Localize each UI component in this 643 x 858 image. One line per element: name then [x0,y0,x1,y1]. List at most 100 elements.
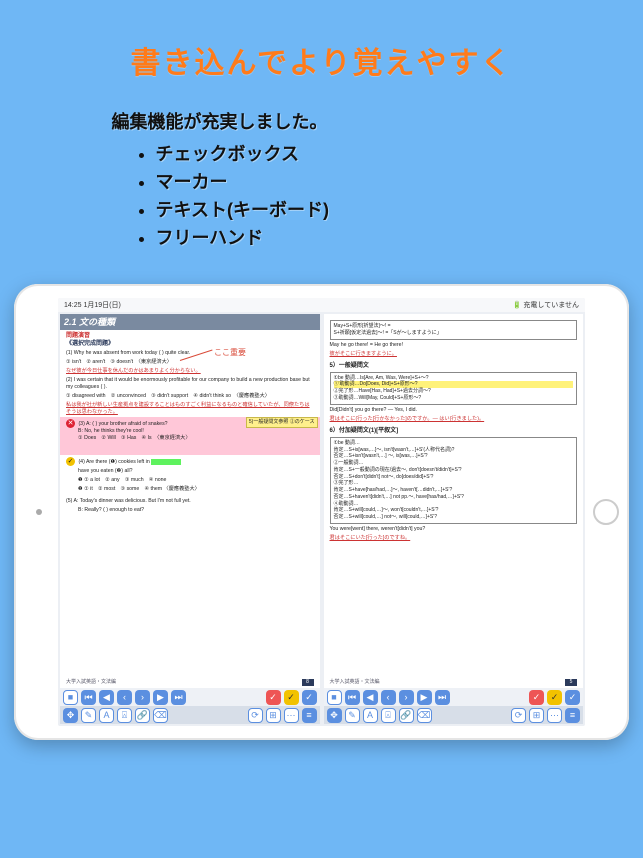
erase-tool[interactable]: ⌫ [153,708,168,723]
back-button[interactable]: ‹ [381,690,396,705]
status-time: 14:25 1月19日(日) [64,300,121,310]
move-tool[interactable]: ✥ [63,708,78,723]
feature-item: チェックボックス [156,140,532,166]
question-2-answer: 私は我が社が新しい生産拠点を建設することはものすごく利益になるものと確信していた… [66,402,314,416]
link-tool[interactable]: 🔗 [399,708,414,723]
tablet-camera [36,509,42,515]
heading-6: 6）付加疑問文(1)[平叙文] [330,427,578,435]
promo-headline: 書き込んでより覚えやすく [0,0,643,82]
first-button[interactable]: ⏮ [81,690,96,705]
home-button[interactable] [593,499,619,525]
page-footer: 大学入試英語・文法編 5 [330,679,578,686]
feature-item: マーカー [156,168,532,194]
stop-button[interactable]: ■ [63,690,78,705]
next-button[interactable]: ▶ [417,690,432,705]
section-heading: 《選択完成問題》 [66,340,314,348]
right-pane: May+S+原形[祈望法]〜! = S+祈願[仮定法過去]〜! =「Sが〜します… [324,314,584,724]
ex-6: You were[went] there, weren't[didn't] yo… [330,526,578,533]
question-2: (2) I was certain that it would be enorm… [66,377,314,391]
refresh-button[interactable]: ⟳ [511,708,526,723]
back-button[interactable]: ‹ [117,690,132,705]
link-tool[interactable]: 🔗 [135,708,150,723]
tag-tool[interactable]: ⍓ [381,708,396,723]
refresh-button[interactable]: ⟳ [248,708,263,723]
edit-toolbar-left: ✥ ✎ A ⍓ 🔗 ⌫ ⟳ ⊞ ⋯ ≡ [60,706,320,724]
menu-button[interactable]: ≡ [565,708,580,723]
ex-may: May he go there! = He go there! [330,342,578,349]
section-title: 2.1 文の種類 [60,314,320,330]
status-battery: 🔋 充電していません [513,300,579,310]
pen-tool[interactable]: ✎ [345,708,360,723]
heading-5: 5）一般疑問文 [330,362,578,370]
prev-button[interactable]: ◀ [363,690,378,705]
text-tool[interactable]: A [99,708,114,723]
move-tool[interactable]: ✥ [327,708,342,723]
page-number: 8 [302,679,314,686]
left-page[interactable]: 2.1 文の種類 問題演習 《選択完成問題》 (1) Why he was ab… [60,314,320,688]
nav-toolbar-left: ■ ⏮ ◀ ‹ › ▶ ⏭ ✓ ✓ ✓ [60,688,320,706]
prev-button[interactable]: ◀ [99,690,114,705]
sticky-note[interactable]: 5)一般疑問文参照 ②のケース [246,417,318,428]
text-tool[interactable]: A [363,708,378,723]
erase-tool[interactable]: ⌫ [417,708,432,723]
mark-wrong-button[interactable]: ✓ [529,690,544,705]
feature-item: テキスト(キーボード) [156,196,532,222]
question-5a: (5) A: Today's dinner was delicious. But… [66,498,314,505]
box-6: ①be 動詞… 肯定…S+is[was,…]〜, isn't[wasn't,…]… [330,437,578,524]
more-button[interactable]: ⋯ [547,708,562,723]
promo-subtitle: 編集機能が充実しました。 [112,108,532,134]
forward-button[interactable]: › [135,690,150,705]
question-2-opts: ① disagreed with ② unconvinced ③ didn't … [66,393,314,400]
question-1-opts: ① isn't ② aren't ③ doesn't 〈東京経済大〉 [66,359,314,366]
question-3-opts: ① Does ② Will ③ Has ④ Is 〈東京経済大〉 [78,435,314,442]
forward-button[interactable]: › [399,690,414,705]
ex-6-jp: 君はそこにいた[行った]のですね。 [330,535,578,542]
pink-highlight: ✕ (3) A: ( ) your brother afraid of snak… [60,417,320,455]
checkbox-yellow[interactable]: ✓ [66,457,75,466]
question-5b: B: Really? ( ) enough to eat? [78,507,314,514]
right-page[interactable]: May+S+原形[祈望法]〜! = S+祈願[仮定法過去]〜! =「Sが〜します… [324,314,584,688]
box-5: ①be 動詞…Is[Are, Am, Was, Were]+S+〜? ①'助動詞… [330,372,578,405]
section-subtitle: 問題演習 [66,332,314,340]
tablet-frame: 14:25 1月19日(日) 🔋 充電していません 2.1 文の種類 問題演習 … [14,284,629,740]
box-may: May+S+原形[祈望法]〜! = S+祈願[仮定法過去]〜! =「Sが〜します… [330,320,578,340]
first-button[interactable]: ⏮ [345,690,360,705]
mark-ok-button[interactable]: ✓ [302,690,317,705]
footer-title: 大学入試英語・文法編 [66,679,116,686]
left-pane: 2.1 文の種類 問題演習 《選択完成問題》 (1) Why he was ab… [60,314,320,724]
last-button[interactable]: ⏭ [171,690,186,705]
menu-button[interactable]: ≡ [302,708,317,723]
split-panes: 2.1 文の種類 問題演習 《選択完成問題》 (1) Why he was ab… [58,312,585,726]
green-highlight [151,459,181,465]
edit-toolbar-right: ✥ ✎ A ⍓ 🔗 ⌫ ⟳ ⊞ ⋯ ≡ [324,706,584,724]
status-bar: 14:25 1月19日(日) 🔋 充電していません [58,298,585,312]
mark-ok-button[interactable]: ✓ [565,690,580,705]
feature-item: フリーハンド [156,224,532,250]
last-button[interactable]: ⏭ [435,690,450,705]
question-4: ✓ (4) Are there (❶) cookies left in [66,457,314,466]
footer-title: 大学入試英語・文法編 [330,679,380,686]
stop-button[interactable]: ■ [327,690,342,705]
mark-wrong-button[interactable]: ✓ [266,690,281,705]
mark-check-button[interactable]: ✓ [284,690,299,705]
ex-may-jp: 彼がそこに行きますように。 [330,351,578,358]
tag-tool[interactable]: ⍓ [117,708,132,723]
ex-5-jp: 君はそこに(行った[行かなかった]のですか。— はい(行きました)。 [330,416,578,423]
grid-button[interactable]: ⊞ [266,708,281,723]
question-4-opts1: ❶ ① a lot ② any ③ much ④ none [78,477,314,484]
question-3: (3) A: ( ) your brother afraid of snakes… [78,421,167,427]
question-4-opts2: ❷ ① it ② most ③ some ④ them 〈慶應義塾大〉 [78,486,314,493]
page-number: 5 [565,679,577,686]
tablet-screen: 14:25 1月19日(日) 🔋 充電していません 2.1 文の種類 問題演習 … [58,298,585,726]
grid-button[interactable]: ⊞ [529,708,544,723]
next-button[interactable]: ▶ [153,690,168,705]
checkbox-red[interactable]: ✕ [66,419,75,428]
page-footer: 大学入試英語・文法編 8 [66,679,314,686]
question-4b: have you eaten (❷) all? [78,468,314,475]
nav-toolbar-right: ■ ⏮ ◀ ‹ › ▶ ⏭ ✓ ✓ ✓ [324,688,584,706]
more-button[interactable]: ⋯ [284,708,299,723]
pen-tool[interactable]: ✎ [81,708,96,723]
promo-sub: 編集機能が充実しました。 チェックボックス マーカー テキスト(キーボード) フ… [112,108,532,250]
ex-5: Did[Didn't] you go there? — Yes, I did. [330,407,578,414]
mark-check-button[interactable]: ✓ [547,690,562,705]
